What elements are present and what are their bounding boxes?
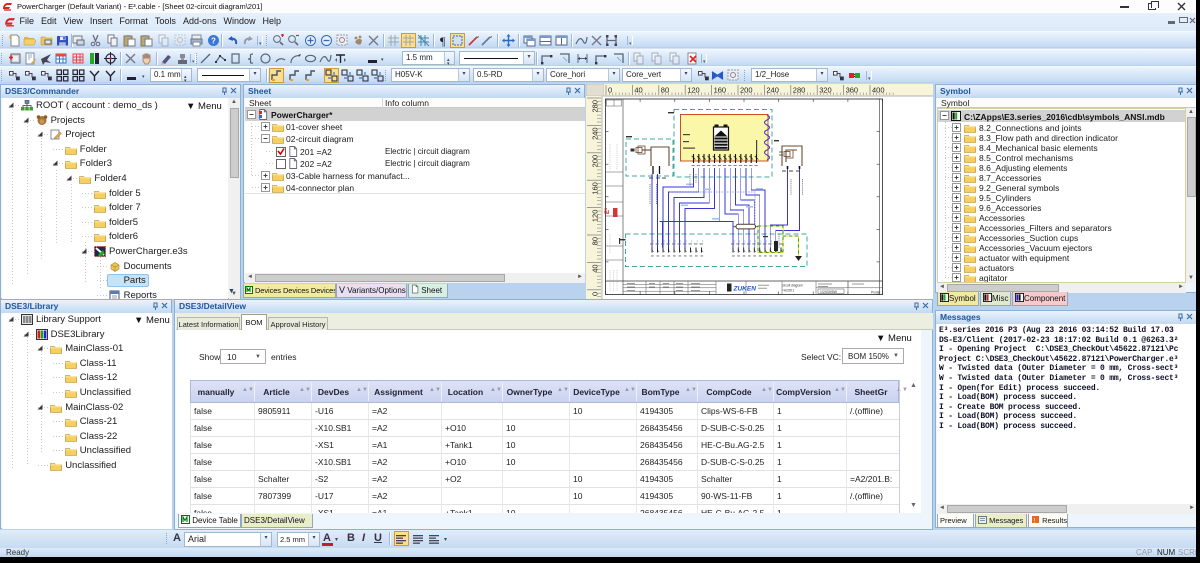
svg-text:280: 280 <box>793 86 806 95</box>
svg-text:400: 400 <box>872 86 885 95</box>
svg-text:ZUKEN: ZUKEN <box>733 286 757 293</box>
svg-text:circuit diagram: circuit diagram <box>782 284 803 288</box>
svg-text:320: 320 <box>819 86 832 95</box>
svg-text:160: 160 <box>591 182 600 195</box>
svg-text:360: 360 <box>846 86 859 95</box>
svg-text:160: 160 <box>714 86 727 95</box>
svg-text:1/2039/5W: 1/2039/5W <box>820 290 838 294</box>
svg-text:=A2/201: =A2/201 <box>782 289 794 293</box>
svg-text:0: 0 <box>591 292 600 296</box>
svg-text:0: 0 <box>608 86 612 95</box>
svg-text:120: 120 <box>591 210 600 223</box>
svg-text:120: 120 <box>687 86 700 95</box>
svg-text:240: 240 <box>591 127 600 140</box>
svg-text:Prodig: Prodig <box>871 291 880 295</box>
svg-text:200: 200 <box>591 155 600 168</box>
svg-text:280: 280 <box>591 100 600 113</box>
svg-text:240: 240 <box>766 86 779 95</box>
svg-text:200: 200 <box>740 86 753 95</box>
svg-text:E³: E³ <box>604 208 611 214</box>
